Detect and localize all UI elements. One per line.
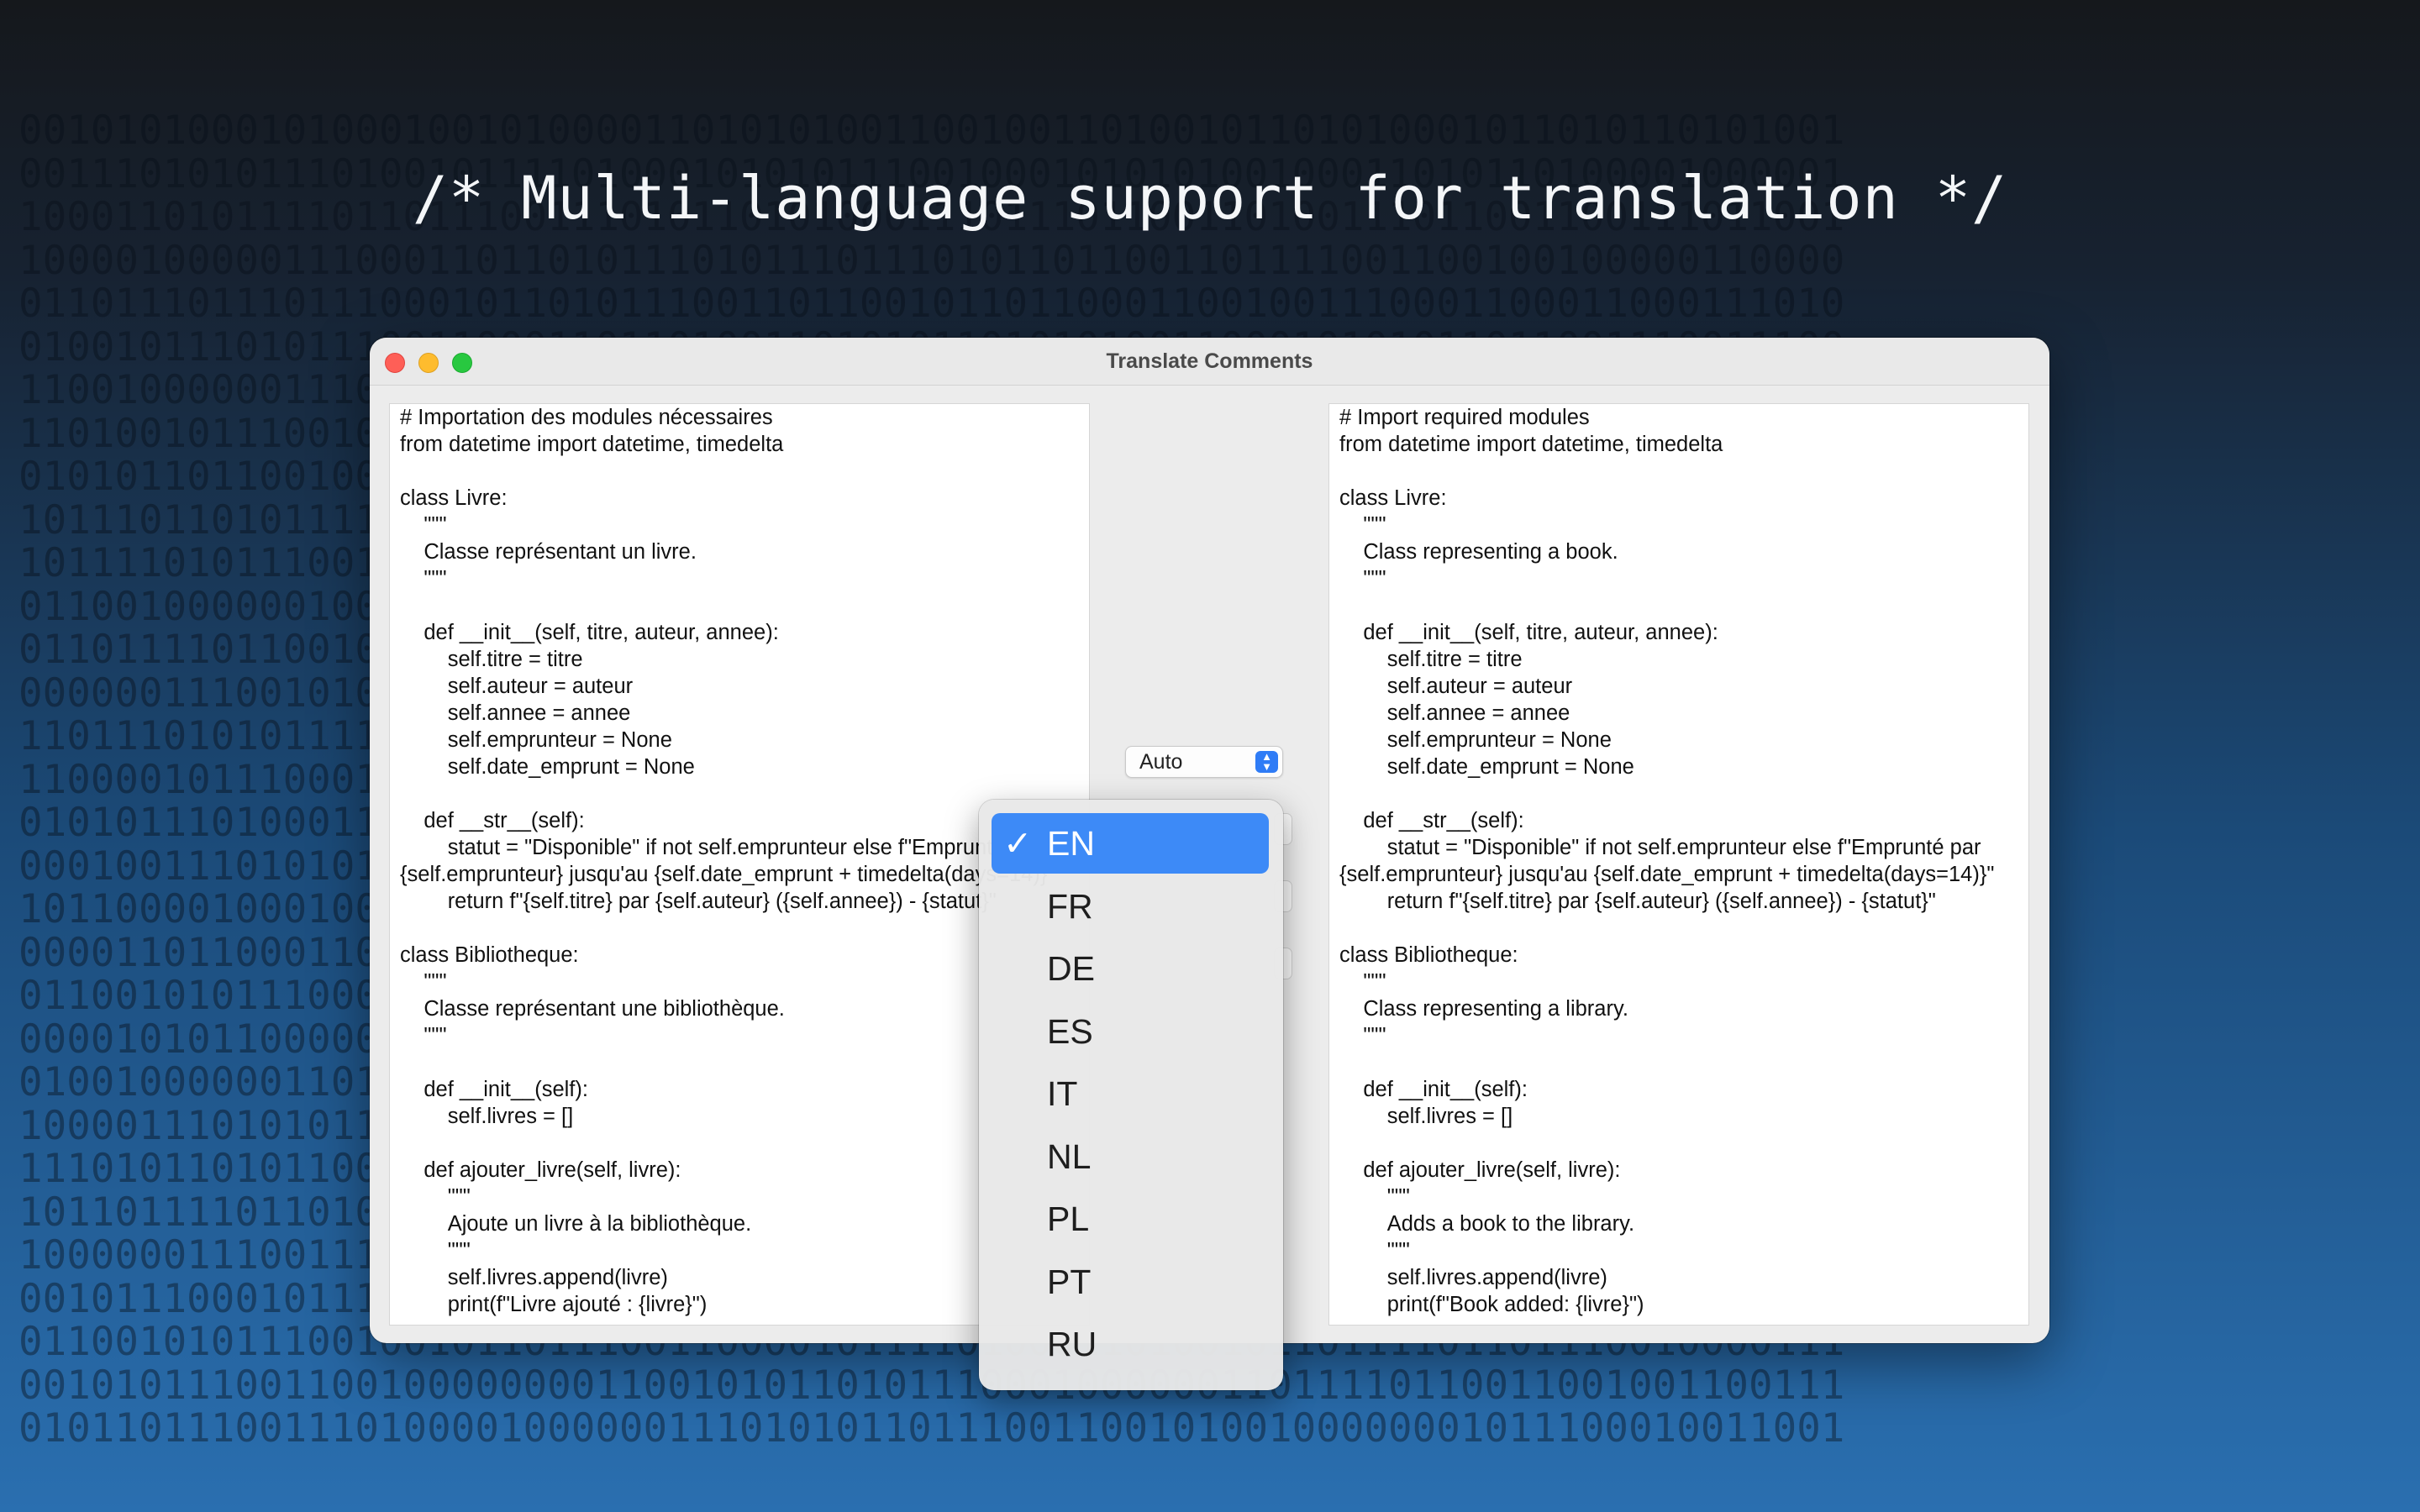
code-line: class Bibliotheque: — [1339, 943, 1518, 967]
code-line: Classe représentant un livre. — [400, 540, 697, 564]
window-title: Translate Comments — [1106, 349, 1313, 373]
code-line: self.livres.append(livre) — [1339, 1266, 1607, 1289]
source-language-select[interactable]: Auto ▲ ▼ — [1125, 746, 1283, 778]
language-option-label: PL — [1047, 1200, 1090, 1238]
code-line: """ — [1339, 1185, 1410, 1209]
language-option-label: EN — [1047, 824, 1095, 863]
language-option-label: DE — [1047, 949, 1095, 988]
code-line: """ — [1339, 1239, 1410, 1263]
binary-row: 0010101000101000100101000011010101001100… — [18, 108, 1845, 154]
code-line: def ajouter_livre(self, livre): — [400, 1158, 681, 1182]
code-line: from datetime import datetime, timedelta — [400, 433, 784, 456]
code-line: # Importation des modules nécessaires — [400, 406, 773, 429]
language-option-label: ES — [1047, 1011, 1093, 1051]
code-line: def __str__(self): — [400, 809, 585, 832]
code-line: """ — [400, 567, 447, 591]
translated-code-text: # Import required modules from datetime i… — [1329, 404, 2028, 1318]
code-line: class Livre: — [400, 486, 508, 510]
code-line: """ — [1339, 970, 1386, 994]
source-language-value: Auto — [1139, 750, 1183, 774]
code-line: def __init__(self): — [1339, 1078, 1528, 1101]
language-option-es[interactable]: ES — [992, 1001, 1269, 1062]
binary-row: 0110111011101110001011010111001101100101… — [18, 281, 1845, 327]
code-line: # Import required modules — [1339, 406, 1590, 429]
code-line: from datetime import datetime, timedelta — [1339, 433, 1723, 456]
language-option-ru[interactable]: RU — [992, 1314, 1269, 1374]
code-line: self.titre = titre — [400, 648, 583, 671]
code-line: """ — [400, 1239, 471, 1263]
code-line: self.date_emprunt = None — [400, 755, 695, 779]
code-line: Adds a book to the library. — [1339, 1212, 1635, 1236]
code-line: Class representing a book. — [1339, 540, 1618, 564]
language-option-label: IT — [1047, 1074, 1078, 1113]
select-stepper-icon: ▲ ▼ — [1255, 751, 1278, 773]
language-option-de[interactable]: DE — [992, 938, 1269, 999]
code-line: def ajouter_livre(self, livre): — [1339, 1158, 1621, 1182]
code-line: """ — [400, 1024, 447, 1047]
code-line: """ — [1339, 513, 1386, 537]
language-option-en[interactable]: ✓ EN — [992, 813, 1269, 874]
code-line: """ — [1339, 1024, 1386, 1047]
checkmark-icon: ✓ — [1003, 824, 1033, 863]
code-line: self.auteur = auteur — [1339, 675, 1573, 698]
code-line: """ — [400, 1185, 471, 1209]
code-line: self.annee = annee — [1339, 701, 1570, 725]
language-option-label: RU — [1047, 1325, 1097, 1363]
code-line: statut = "Disponible" if not self.emprun… — [1339, 836, 1995, 886]
target-language-menu[interactable]: ✓ EN FR DE ES IT NL PL PT RU — [979, 800, 1283, 1390]
language-option-pl[interactable]: PL — [992, 1189, 1269, 1249]
code-line: self.livres = [] — [400, 1105, 574, 1128]
code-line: return f"{self.titre} par {self.auteur} … — [1339, 890, 1936, 913]
code-line: print(f"Book added: {livre}") — [1339, 1293, 1644, 1316]
title-bar: Translate Comments — [370, 338, 2049, 386]
language-option-pt[interactable]: PT — [992, 1252, 1269, 1312]
code-line: print(f"Livre ajouté : {livre}") — [400, 1293, 708, 1316]
code-line: return f"{self.titre} par {self.auteur} … — [400, 890, 997, 913]
code-line: def __str__(self): — [1339, 809, 1524, 832]
code-line: self.date_emprunt = None — [1339, 755, 1634, 779]
code-line: self.livres = [] — [1339, 1105, 1513, 1128]
code-line: self.auteur = auteur — [400, 675, 634, 698]
code-line: self.annee = annee — [400, 701, 631, 725]
code-line: """ — [400, 513, 447, 537]
code-line: self.livres.append(livre) — [400, 1266, 668, 1289]
code-line: class Bibliotheque: — [400, 943, 579, 967]
language-option-label: PT — [1047, 1262, 1092, 1301]
code-line: def __init__(self, titre, auteur, annee)… — [400, 621, 779, 644]
language-option-label: FR — [1047, 886, 1093, 926]
code-line: self.titre = titre — [1339, 648, 1523, 671]
language-option-fr[interactable]: FR — [992, 876, 1269, 937]
language-option-nl[interactable]: NL — [992, 1126, 1269, 1187]
translated-code-editor[interactable]: # Import required modules from datetime i… — [1328, 403, 2029, 1326]
code-line: Classe représentant une bibliothèque. — [400, 997, 785, 1021]
code-line: self.emprunteur = None — [1339, 728, 1612, 752]
language-option-it[interactable]: IT — [992, 1063, 1269, 1124]
code-line: Class representing a library. — [1339, 997, 1628, 1021]
binary-row: 0101101110011101000010000001110101011011… — [18, 1405, 1845, 1452]
code-line: def __init__(self, titre, auteur, annee)… — [1339, 621, 1718, 644]
code-line: statut = "Disponible" if not self.emprun… — [400, 836, 1055, 886]
code-line: """ — [400, 970, 447, 994]
code-line: def __init__(self): — [400, 1078, 588, 1101]
code-line: Ajoute un livre à la bibliothèque. — [400, 1212, 752, 1236]
binary-row: 1000010000011100011011010111010111011101… — [18, 237, 1845, 284]
code-line: """ — [1339, 567, 1386, 591]
code-line: class Livre: — [1339, 486, 1447, 510]
headline: /* Multi-language support for translatio… — [412, 164, 2008, 233]
language-option-label: NL — [1047, 1137, 1092, 1176]
code-line: self.emprunteur = None — [400, 728, 672, 752]
